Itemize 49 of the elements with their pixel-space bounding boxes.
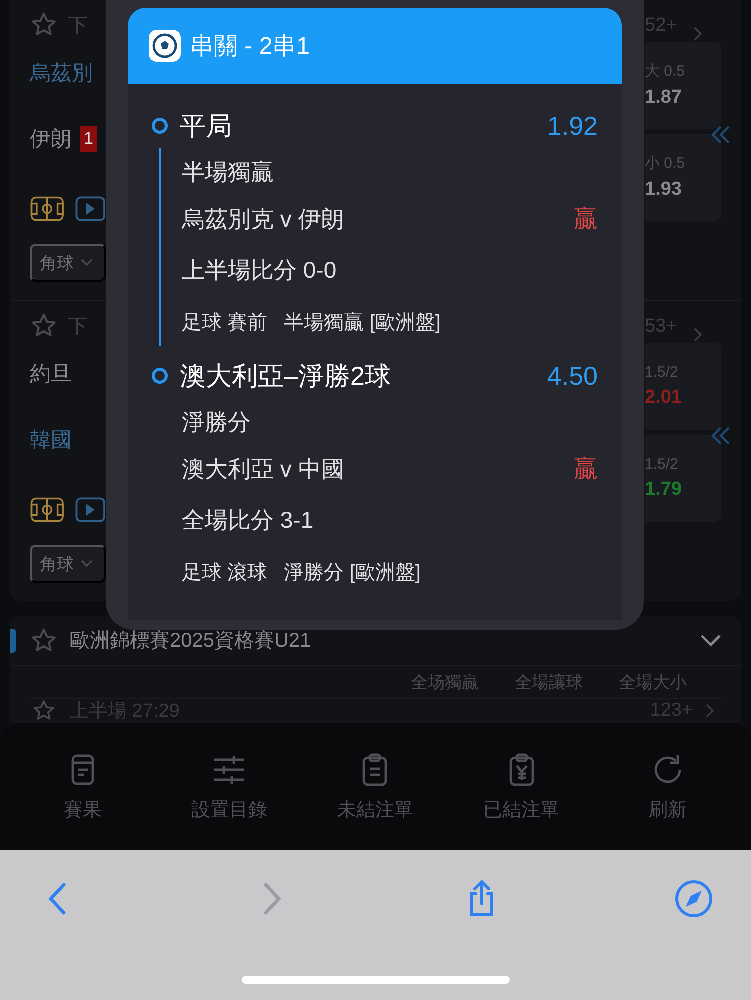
chevron-down-icon <box>80 258 94 268</box>
odds-price: 1.87 <box>645 87 683 109</box>
leg-odds: 1.92 <box>547 110 598 142</box>
bet-info: 足球 滾球 淨勝分 [歐洲盤] <box>182 560 421 586</box>
team-name: 韓國 <box>30 428 72 454</box>
fixture-name: 澳大利亞 v 中國 <box>182 454 346 484</box>
chevron-right-icon[interactable] <box>705 703 715 719</box>
score-text: 全場比分 3-1 <box>182 506 314 534</box>
chevron-down-icon[interactable] <box>699 632 723 649</box>
odds-price: 1.93 <box>645 179 683 201</box>
team-name: 伊朗 <box>30 127 72 153</box>
odds-price: 2.01 <box>645 387 683 409</box>
compass-icon <box>674 879 714 919</box>
toolbar-button[interactable]: 已結注單 <box>456 750 587 824</box>
pitch-icon[interactable] <box>30 194 65 224</box>
result-label: 贏 <box>574 205 598 235</box>
chevron-right-icon[interactable] <box>693 327 704 343</box>
score-text: 上半場比分 0-0 <box>182 256 337 284</box>
toolbar-button[interactable]: 刷新 <box>602 750 733 824</box>
market-dropdown[interactable]: 角球 <box>30 545 106 583</box>
toolbar-button[interactable]: 賽果 <box>18 750 148 824</box>
booking-badge: 1 <box>80 126 98 152</box>
popup-title: 串關 - 2串1 <box>190 32 310 62</box>
chevron-right-icon[interactable] <box>693 26 704 42</box>
video-icon[interactable] <box>74 495 106 525</box>
market-name: 半場獨贏 <box>182 158 274 186</box>
team-name: 約旦 <box>30 362 72 388</box>
video-icon[interactable] <box>74 194 106 224</box>
selection-name: 平局 <box>180 110 233 142</box>
league-marker <box>10 629 16 653</box>
leg-marker <box>152 368 168 384</box>
column-header: 全场獨贏 <box>411 672 479 694</box>
result-label: 贏 <box>574 455 598 485</box>
bet-info: 足球 賽前 半場獨贏 [歐洲盤] <box>182 310 441 336</box>
column-header: 全場大小 <box>619 672 687 694</box>
market-name: 淨勝分 <box>182 408 251 436</box>
fixture-name: 烏茲別克 v 伊朗 <box>182 204 346 234</box>
pitch-icon[interactable] <box>30 495 65 525</box>
league-name: 歐洲錦標賽2025資格賽U21 <box>70 629 312 654</box>
odds-price: 1.79 <box>645 479 683 501</box>
column-header: 全場讓球 <box>515 672 583 694</box>
market-dropdown[interactable]: 角球 <box>30 244 106 282</box>
toolbar-button[interactable]: 設置目錄 <box>164 750 294 824</box>
chevron-down-icon <box>80 559 94 569</box>
team-name: 烏茲別 <box>30 61 93 87</box>
leg-odds: 4.50 <box>547 360 598 392</box>
selection-name: 澳大利亞–淨勝2球 <box>180 360 392 392</box>
leg-marker <box>152 118 168 134</box>
toolbar-button[interactable]: 未結注單 <box>310 750 440 824</box>
